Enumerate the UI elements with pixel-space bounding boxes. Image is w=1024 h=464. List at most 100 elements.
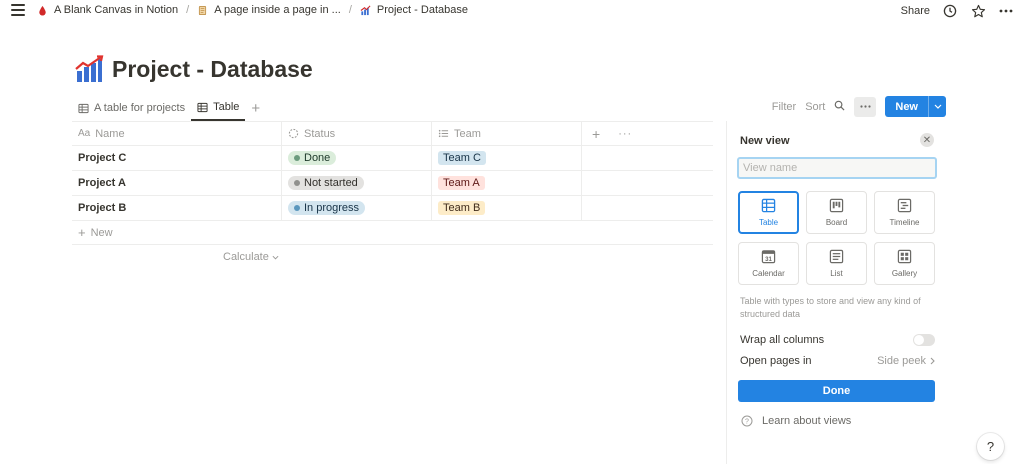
database-table: Aa Name Status Team + ··· Project C Done <box>72 121 713 245</box>
multi-select-property-icon <box>438 128 449 139</box>
layout-calendar[interactable]: 31 Calendar <box>738 242 799 285</box>
layout-label: Timeline <box>889 218 920 227</box>
open-pages-label: Open pages in <box>740 355 812 367</box>
star-icon[interactable] <box>970 3 986 19</box>
cell-status[interactable]: Done <box>282 146 432 170</box>
blood-drop-icon <box>39 5 46 16</box>
search-icon[interactable] <box>834 100 845 114</box>
open-pages-select[interactable]: Side peek <box>877 355 935 367</box>
chevron-right-icon <box>930 357 935 365</box>
text-property-icon: Aa <box>78 128 91 139</box>
clock-icon[interactable] <box>942 3 958 19</box>
add-view-icon[interactable]: + <box>245 100 266 117</box>
column-header-team[interactable]: Team <box>432 122 582 145</box>
layout-board[interactable]: Board <box>806 191 867 234</box>
layout-label: Calendar <box>752 269 785 278</box>
more-view-options-button[interactable] <box>854 96 877 117</box>
done-button[interactable]: Done <box>738 380 935 402</box>
breadcrumb-label: Project - Database <box>376 4 468 16</box>
view-toolbar: A table for projects Table + Filter Sort… <box>72 95 946 121</box>
table-row[interactable]: Project C Done Team C <box>72 146 713 171</box>
calculate-button[interactable]: Calculate <box>223 251 279 263</box>
calculate-label: Calculate <box>223 251 269 263</box>
tab-label: A table for projects <box>94 102 186 114</box>
chart-increasing-icon <box>75 55 104 82</box>
layout-label: Table <box>758 218 779 227</box>
breadcrumb-item-project-database[interactable]: Project - Database <box>360 4 468 16</box>
cell-team[interactable]: Team B <box>432 196 582 220</box>
menu-icon[interactable] <box>11 4 25 16</box>
wrap-columns-toggle[interactable] <box>913 334 935 346</box>
table-header-row: Aa Name Status Team + ··· <box>72 121 713 146</box>
layout-label: List <box>830 269 843 278</box>
page-title: Project - Database <box>112 55 313 82</box>
wrap-columns-label: Wrap all columns <box>740 334 825 346</box>
table-icon <box>761 198 776 213</box>
team-tag: Team A <box>438 176 485 190</box>
column-actions: + ··· <box>582 122 713 145</box>
view-tools: Filter Sort New <box>772 96 946 117</box>
table-row[interactable]: Project B In progress Team B <box>72 196 713 221</box>
close-icon[interactable]: ✕ <box>920 133 934 147</box>
add-row-button[interactable]: + New <box>72 221 713 245</box>
layout-description: Table with types to store and view any k… <box>740 296 921 319</box>
status-label: Not started <box>304 177 358 189</box>
breadcrumb-item-blank-canvas[interactable]: A Blank Canvas in Notion <box>37 4 178 16</box>
breadcrumb-separator: / <box>186 4 190 16</box>
new-view-panel: New view ✕ Table Board Timeline 31 Calen… <box>726 121 946 464</box>
table-row[interactable]: Project A Not started Team A <box>72 171 713 196</box>
table-icon <box>78 103 89 113</box>
cell-name[interactable]: Project C <box>72 146 282 170</box>
cell-empty <box>582 196 713 220</box>
cell-empty <box>582 171 713 195</box>
layout-table[interactable]: Table <box>738 191 799 234</box>
table-icon <box>197 102 208 112</box>
breadcrumb-item-page-inside[interactable]: A page inside a page in ... <box>197 4 341 16</box>
breadcrumb-separator: / <box>348 4 352 16</box>
tab-label: Table <box>213 101 240 113</box>
cell-name[interactable]: Project A <box>72 171 282 195</box>
column-header-status[interactable]: Status <box>282 122 432 145</box>
new-button[interactable]: New <box>885 96 946 117</box>
cell-team[interactable]: Team A <box>432 171 582 195</box>
ellipsis-icon[interactable]: ··· <box>618 128 632 140</box>
layout-timeline[interactable]: Timeline <box>874 191 935 234</box>
layout-list[interactable]: List <box>806 242 867 285</box>
breadcrumb-label: A page inside a page in ... <box>214 4 341 16</box>
cell-status[interactable]: Not started <box>282 171 432 195</box>
more-options-icon[interactable] <box>998 3 1014 19</box>
share-button[interactable]: Share <box>901 5 930 17</box>
gallery-icon <box>897 249 912 264</box>
learn-label: Learn about views <box>762 415 852 427</box>
cell-name[interactable]: Project B <box>72 196 282 220</box>
open-pages-option: Open pages in Side peek <box>740 355 935 367</box>
filter-button[interactable]: Filter <box>772 101 796 113</box>
scroll-icon <box>199 5 207 15</box>
top-right-actions: Share <box>901 3 1014 19</box>
chevron-down-icon[interactable] <box>928 96 946 117</box>
tab-a-table-for-projects[interactable]: A table for projects <box>72 95 191 121</box>
add-property-icon[interactable]: + <box>592 126 600 142</box>
chevron-down-icon <box>272 255 279 260</box>
status-label: Done <box>304 152 331 164</box>
cell-status[interactable]: In progress <box>282 196 432 220</box>
learn-about-views-link[interactable]: ? Learn about views <box>741 415 851 427</box>
list-icon <box>829 249 844 264</box>
help-button[interactable]: ? <box>977 433 1004 460</box>
page-header: Project - Database <box>74 54 313 84</box>
column-label: Status <box>304 127 336 140</box>
layout-gallery[interactable]: Gallery <box>874 242 935 285</box>
svg-text:?: ? <box>745 419 749 426</box>
tab-table[interactable]: Table <box>191 95 246 121</box>
view-name-input[interactable] <box>737 157 937 179</box>
column-header-name[interactable]: Aa Name <box>72 122 282 145</box>
status-badge: Not started <box>288 176 364 190</box>
ellipsis-icon <box>860 105 871 108</box>
cell-empty <box>582 146 713 170</box>
breadcrumb-label: A Blank Canvas in Notion <box>54 4 179 16</box>
calendar-day: 31 <box>765 256 772 263</box>
board-icon <box>829 198 844 213</box>
cell-team[interactable]: Team C <box>432 146 582 170</box>
layout-label: Gallery <box>891 269 918 278</box>
sort-button[interactable]: Sort <box>805 101 825 113</box>
